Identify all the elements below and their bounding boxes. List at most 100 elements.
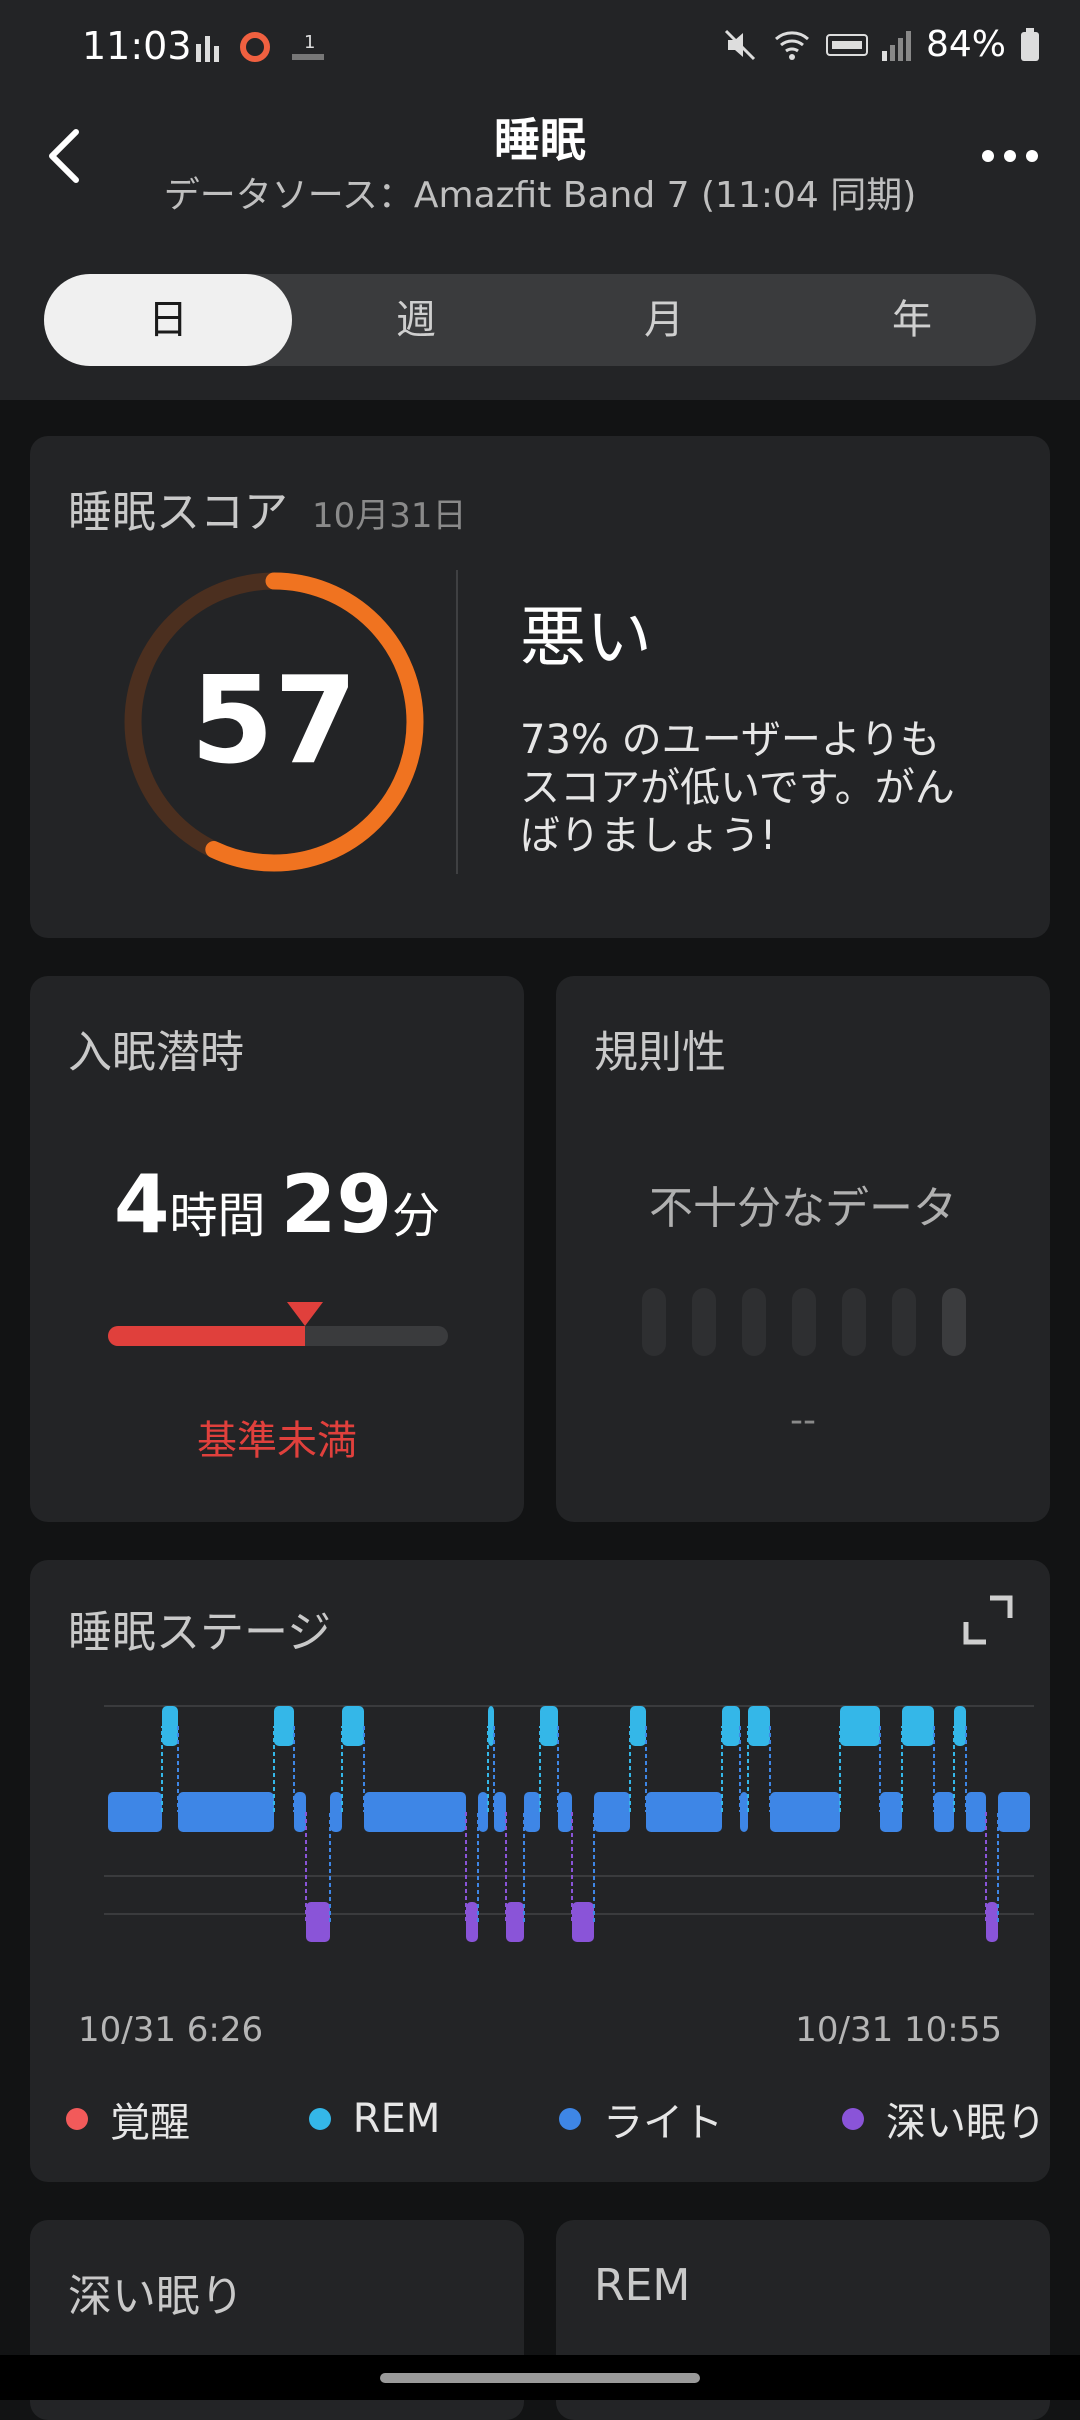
chart-start-time: 10/31 6:26 [78,2010,264,2050]
chart-end-time: 10/31 10:55 [795,2010,1002,2050]
sleep-latency-title: 入眠潜時 [68,1027,244,1078]
stage-block-light [558,1792,572,1832]
sleep-latency-value: 4時間 29分 [30,1158,524,1251]
status-time: 11:03 [82,24,192,68]
legend-dot [841,2108,864,2130]
sleep-score-card[interactable]: 睡眠スコア 10月31日 57 悪い 73% のユーザーよりもスコアが低いです。が… [30,436,1050,938]
regularity-title: 規則性 [594,1027,726,1078]
deep-sleep-title: 深い眠り [68,2271,244,2322]
legend-dot [559,2108,582,2130]
expand-icon[interactable] [962,1594,1014,1646]
stage-block-rem [840,1706,880,1746]
stage-block-light [770,1792,840,1832]
stage-block-light [178,1792,274,1832]
hypnogram-chart [104,1705,1034,1942]
stage-block-rem [902,1706,934,1746]
tab-month[interactable]: 月 [540,274,788,366]
latency-marker-icon [287,1302,324,1326]
stage-block-light [294,1792,306,1832]
latency-range-bar [108,1326,448,1346]
status-bar: 11:03 1 84% [0,0,1080,96]
more-options-icon[interactable] [980,146,1040,166]
legend-awake: 覚醒 [66,2090,190,2148]
latency-minutes-unit: 分 [392,1188,441,1244]
stage-block-deep [986,1902,998,1942]
stage-block-rem [274,1706,294,1746]
stage-block-rem [162,1706,178,1746]
legend-dot [308,2108,331,2130]
stage-block-light [880,1792,902,1832]
legend-label: 深い眠り [885,2100,1046,2146]
stage-block-deep [572,1902,594,1942]
sleep-score-label: 睡眠スコア [68,487,288,538]
score-date: 10月31日 [312,496,467,536]
stage-block-light [740,1792,748,1832]
ring-icon [240,32,270,62]
cell-signal-icon [881,30,911,61]
placeholder-bar [942,1288,966,1356]
legend-label: REM [352,2096,441,2142]
volte-icon [825,33,868,56]
latency-minutes: 29 [280,1158,393,1251]
status-system-icons: 84% [722,24,1040,65]
placeholder-bar [892,1288,916,1356]
page-title: 睡眠 [494,113,586,167]
stage-block-light [594,1792,630,1832]
stage-block-rem [342,1706,364,1746]
legend-label: 覚醒 [110,2100,190,2146]
system-nav-bar [0,2355,1080,2400]
placeholder-bar [692,1288,716,1356]
stage-block-light [646,1792,722,1832]
battery-percent: 84% [925,24,1006,65]
legend-deep: 深い眠り [841,2090,1046,2148]
insufficient-data-message: 不十分なデータ [649,1183,957,1234]
stage-block-light [998,1792,1030,1832]
status-notification-icons: 1 [196,30,326,64]
legend-rem: REM [308,2090,441,2148]
stage-block-light [478,1792,488,1832]
wifi-icon [774,30,809,60]
stage-block-light [494,1792,506,1832]
stage-block-rem [630,1706,646,1746]
brand-icon: 1 [292,32,324,60]
sleep-latency-card[interactable]: 入眠潜時 4時間 29分 基準未満 [30,976,524,1522]
score-rating: 悪い [520,599,652,676]
home-gesture-pill[interactable] [380,2373,700,2383]
sleep-score-title: 睡眠スコア 10月31日 [68,476,467,540]
divider [456,570,458,874]
sleep-stages-card[interactable]: 睡眠ステージ 10/31 6:26 10/31 10:55 覚醒 REM ライト… [30,1560,1050,2182]
placeholder-bar [742,1288,766,1356]
stage-block-light [364,1792,466,1832]
regularity-card[interactable]: 規則性 不十分なデータ -- [556,976,1050,1522]
stage-block-light [524,1792,540,1832]
placeholder-bar [792,1288,816,1356]
placeholder-bar [842,1288,866,1356]
stage-block-deep [466,1902,478,1942]
legend-label: ライト [603,2100,724,2146]
stage-block-rem [954,1706,966,1746]
mute-icon [724,29,756,60]
tab-week[interactable]: 週 [292,274,540,366]
placeholder-bar [642,1288,666,1356]
latency-hours-unit: 時間 [169,1188,266,1244]
stage-block-deep [306,1902,330,1942]
stage-block-light [934,1792,954,1832]
stage-block-rem [540,1706,558,1746]
legend-light: ライト [559,2090,723,2148]
score-description: 73% のユーザーよりもスコアが低いです。がんばりましょう! [520,717,955,859]
tab-year[interactable]: 年 [788,274,1036,366]
stage-block-light [108,1792,162,1832]
stage-block-rem [748,1706,770,1746]
tab-day[interactable]: 日 [44,274,292,366]
svg-text:1: 1 [304,32,315,53]
rem-title: REM [594,2260,691,2311]
stage-block-light [966,1792,986,1832]
data-source-subtitle: データソース：Amazfit Band 7 (11:04 同期) [163,175,917,216]
latency-hours: 4 [113,1158,170,1251]
stage-block-light [330,1792,342,1832]
latency-range-fill [108,1326,306,1346]
latency-status: 基準未満 [197,1418,357,1464]
sleep-score-value: 57 [190,652,358,791]
stages-legend: 覚醒 REM ライト 深い眠り [66,2090,1046,2148]
app-header: 睡眠 データソース：Amazfit Band 7 (11:04 同期) 日 週 … [0,96,1080,400]
